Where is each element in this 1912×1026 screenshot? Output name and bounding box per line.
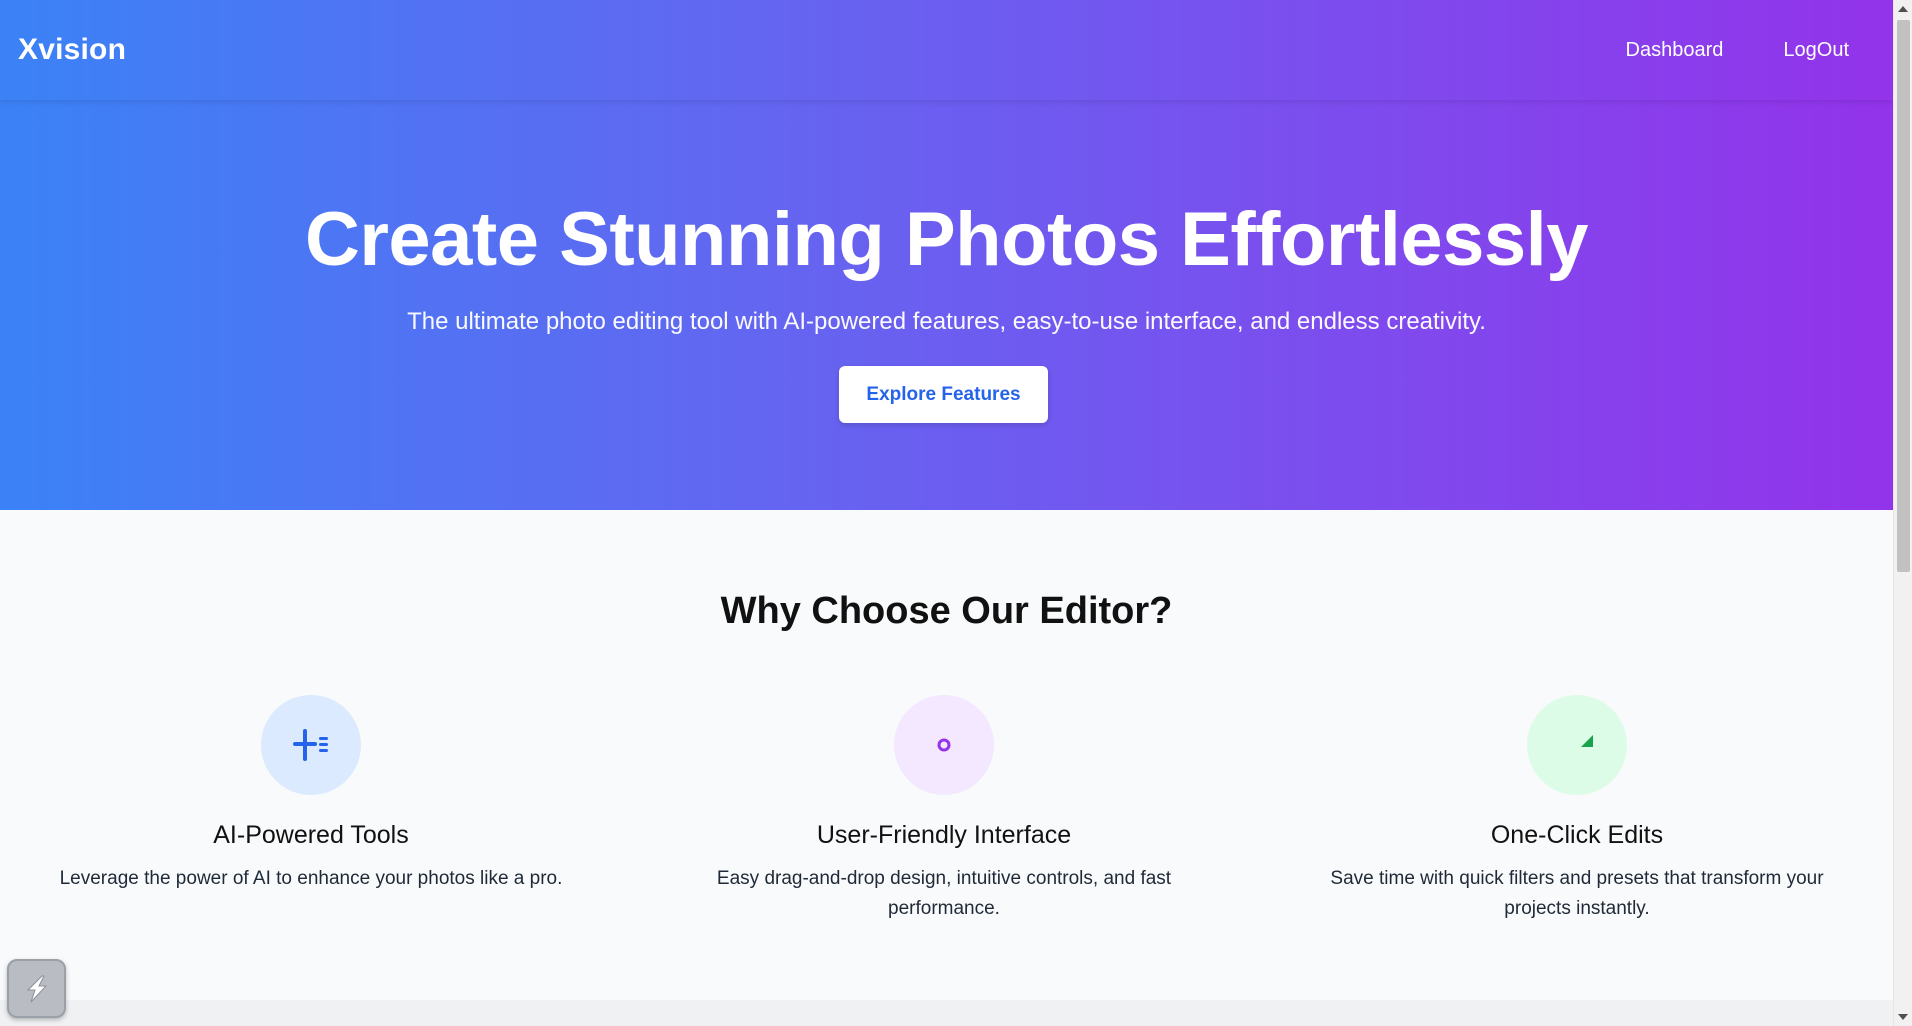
feature-description: Easy drag-and-drop design, intuitive con… [716, 868, 1172, 919]
feature-title: One-Click Edits [1490, 821, 1664, 849]
scroll-up-arrow-icon[interactable] [1898, 6, 1908, 12]
hero-title: Create Stunning Photos Effortlessly [304, 197, 1589, 282]
nav-links: Dashboard LogOut [1626, 39, 1849, 62]
scroll-down-arrow-icon[interactable] [1898, 1014, 1908, 1020]
feature-title: AI-Powered Tools [213, 821, 409, 849]
magic-sparkle-icon [293, 729, 328, 761]
features-section: Why Choose Our Editor? AI-Powered Tools … [0, 510, 1893, 1000]
top-navbar: Xvision Dashboard LogOut [0, 0, 1893, 100]
feature-description: Save time with quick filters and presets… [1330, 868, 1824, 919]
floating-widget-button[interactable] [7, 959, 66, 1018]
feature-card-one-click: One-Click Edits Save time with quick fil… [1277, 695, 1877, 924]
hero-subtitle: The ultimate photo editing tool with AI-… [407, 308, 1486, 335]
feature-card-user-friendly: User-Friendly Interface Easy drag-and-dr… [644, 695, 1244, 924]
vertical-scrollbar[interactable] [1893, 0, 1912, 1026]
page: Create Stunning Photos Effortlessly The … [0, 0, 1912, 1026]
palette-dot-icon [937, 738, 951, 752]
feature-card-ai-tools: AI-Powered Tools Leverage the power of A… [11, 695, 611, 894]
nav-link-logout[interactable]: LogOut [1783, 39, 1849, 62]
lightning-bolt-icon [26, 975, 47, 1002]
feature-icon-circle [1527, 695, 1627, 795]
main-content: Create Stunning Photos Effortlessly The … [0, 0, 1893, 1026]
explore-features-button[interactable]: Explore Features [839, 366, 1048, 423]
features-title: Why Choose Our Editor? [720, 590, 1173, 632]
feature-icon-circle [894, 695, 994, 795]
brand-logo[interactable]: Xvision [18, 33, 126, 67]
scrollbar-thumb[interactable] [1897, 20, 1910, 572]
ruler-triangle-icon [1581, 735, 1593, 747]
feature-description: Leverage the power of AI to enhance your… [59, 868, 563, 889]
feature-icon-circle [261, 695, 361, 795]
nav-link-dashboard[interactable]: Dashboard [1626, 39, 1724, 62]
feature-title: User-Friendly Interface [816, 821, 1072, 849]
next-section-edge [0, 1000, 1893, 1026]
